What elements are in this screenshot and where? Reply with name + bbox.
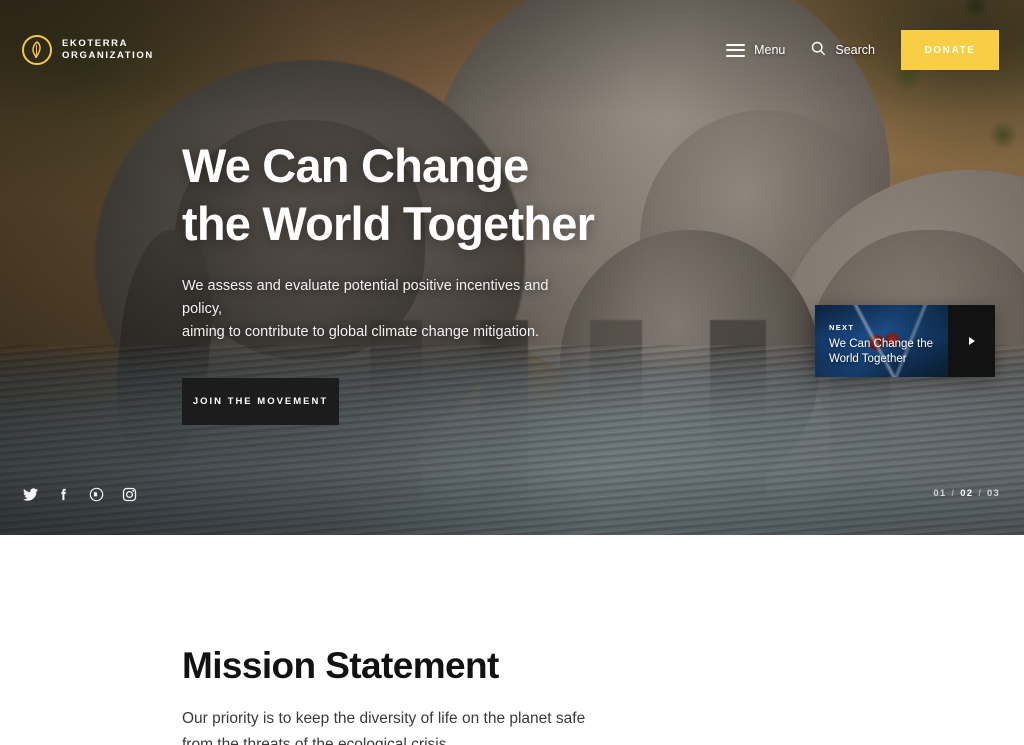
hero-content: We Can Change the World Together We asse… <box>182 137 595 425</box>
search-icon <box>811 41 826 59</box>
header-nav: Menu Search DONATE <box>726 30 999 70</box>
hero-subtitle: We assess and evaluate potential positiv… <box>182 275 582 344</box>
mission-body-line1: Our priority is to keep the diversity of… <box>182 710 586 727</box>
twitter-icon[interactable] <box>22 486 38 502</box>
menu-button[interactable]: Menu <box>726 43 785 57</box>
next-slide-button[interactable] <box>948 305 995 377</box>
slide-counter-item-1[interactable]: 01 <box>933 488 946 499</box>
hero-title-line1: We Can Change <box>182 139 529 192</box>
hero-title: We Can Change the World Together <box>182 137 595 253</box>
hamburger-icon <box>726 43 746 57</box>
globe-leaf-icon <box>22 35 52 65</box>
next-slide-card[interactable]: NEXT We Can Change the World Together <box>815 305 995 377</box>
join-the-movement-button[interactable]: JOIN THE MOVEMENT <box>182 378 339 425</box>
search-button[interactable]: Search <box>811 41 875 59</box>
play-triangle-icon <box>968 337 975 345</box>
mission-body: Our priority is to keep the diversity of… <box>182 706 642 745</box>
slide-counter-item-2[interactable]: 02 <box>960 488 973 499</box>
next-slide-title-line2: World Together <box>829 353 907 365</box>
site-header: EKOTERRA ORGANIZATION Menu Search DONATE <box>0 0 1024 100</box>
mission-body-line2: from the threats of the ecological crisi… <box>182 736 447 745</box>
donate-button[interactable]: DONATE <box>901 30 999 70</box>
mission-heading: Mission Statement <box>182 645 499 686</box>
social-links <box>22 486 137 502</box>
brand-name-line2: ORGANIZATION <box>62 50 154 61</box>
hero-subtitle-line1: We assess and evaluate potential positiv… <box>182 278 549 317</box>
slide-counter-item-3[interactable]: 03 <box>987 488 1000 499</box>
slide-counter-separator-1: / <box>951 488 956 499</box>
next-slide-label: NEXT <box>829 323 855 332</box>
next-slide-thumbnail: NEXT We Can Change the World Together <box>815 305 948 377</box>
menu-label: Menu <box>754 43 786 57</box>
behance-icon[interactable] <box>88 486 104 502</box>
brand-name-line1: EKOTERRA <box>62 38 129 50</box>
logo[interactable]: EKOTERRA ORGANIZATION <box>22 35 154 65</box>
hero-subtitle-line2: aiming to contribute to global climate c… <box>182 324 540 340</box>
slide-counter-separator-2: / <box>978 488 983 499</box>
hero-title-line2: the World Together <box>182 197 595 250</box>
instagram-icon[interactable] <box>121 486 137 502</box>
facebook-icon[interactable] <box>55 486 71 502</box>
next-slide-title: We Can Change the World Together <box>829 337 944 367</box>
mission-statement-section: Mission Statement Our priority is to kee… <box>0 535 1024 745</box>
hero-section: EKOTERRA ORGANIZATION Menu Search DONATE… <box>0 0 1024 535</box>
search-label: Search <box>835 43 875 57</box>
slide-counter: 01 / 02 / 03 <box>933 488 1000 499</box>
next-slide-title-line1: We Can Change the <box>829 338 933 350</box>
